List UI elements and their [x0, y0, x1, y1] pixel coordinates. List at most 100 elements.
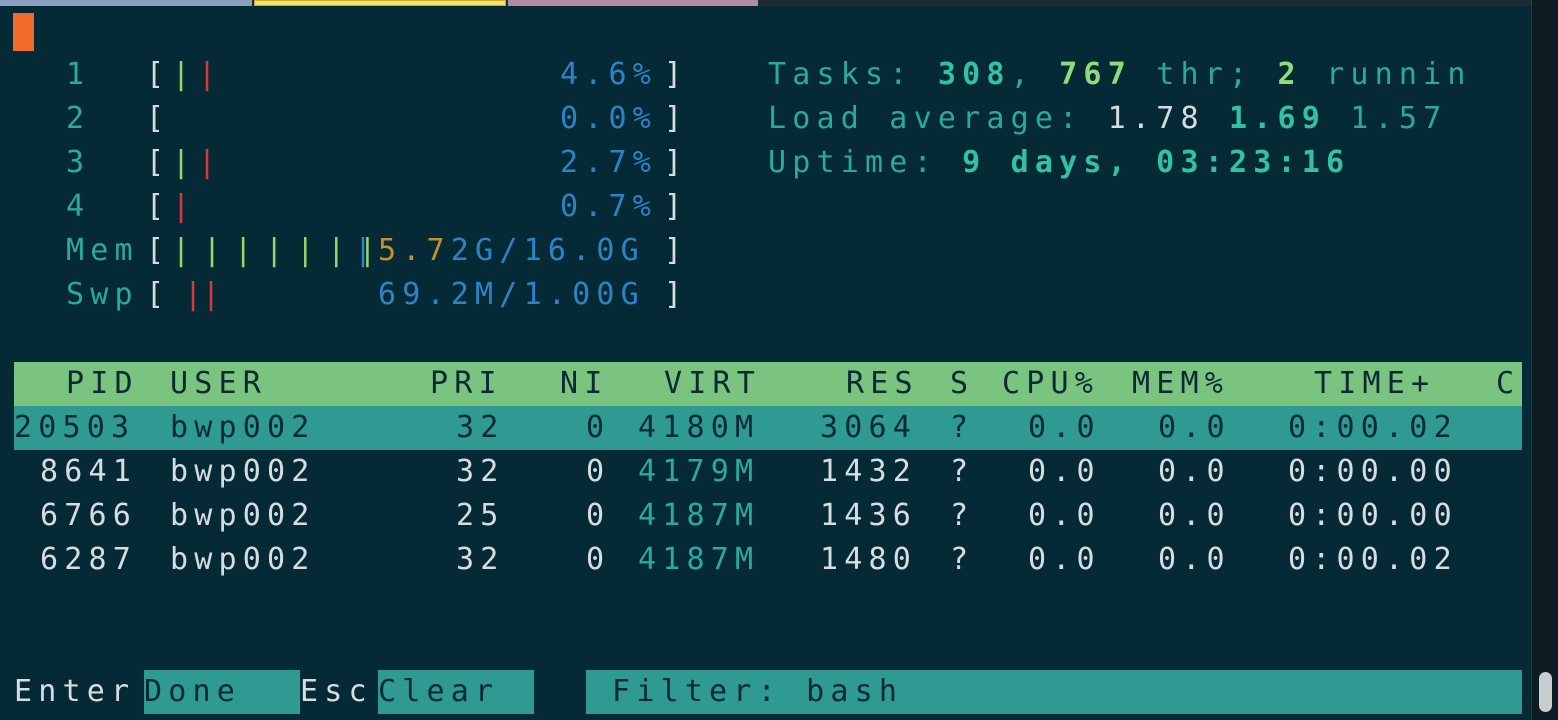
column-header-virt[interactable]: VIRT — [664, 362, 761, 406]
cpu-bar-segment: | — [198, 57, 223, 92]
cell-pid: 6287 — [40, 542, 138, 577]
cpu-id: 4 — [66, 189, 91, 224]
cell-pid: 20503 — [14, 410, 136, 445]
cell-state: ? — [950, 498, 975, 533]
cell-state: ? — [950, 410, 975, 445]
cell-pri: 32 — [456, 542, 505, 577]
meter-bracket-close: ] — [664, 189, 689, 224]
cpu-bar-segment: | — [172, 189, 197, 224]
scrollbar[interactable] — [1531, 0, 1558, 720]
column-header-time[interactable]: TIME+ — [1314, 362, 1435, 406]
cpu-percent: 2.7% — [560, 145, 658, 180]
cell-cpu: 0.0 — [1028, 542, 1101, 577]
cell-user: bwp002 — [170, 542, 316, 577]
cell-res: 1432 — [820, 454, 918, 489]
cell-user: bwp002 — [170, 410, 316, 445]
cell-time: 0:00.00 — [1288, 498, 1458, 533]
done-button[interactable]: Done — [144, 670, 241, 714]
mem-label: Mem — [66, 233, 139, 268]
cpu-id: 3 — [66, 145, 91, 180]
cell-state: ? — [950, 454, 975, 489]
cell-pid: 6766 — [40, 498, 138, 533]
cell-user: bwp002 — [170, 498, 316, 533]
column-header-ni[interactable]: NI — [560, 362, 609, 406]
enter-key[interactable]: Enter — [14, 670, 135, 714]
cell-ni: 0 — [586, 498, 611, 533]
cpu-meter-2: 2 — [66, 97, 90, 141]
column-header-s[interactable]: S — [950, 362, 974, 406]
column-header-command[interactable]: C — [1496, 362, 1520, 406]
cpu-percent: 0.0% — [560, 101, 658, 136]
cell-time: 0:00.02 — [1288, 410, 1458, 445]
cell-res: 1480 — [820, 542, 918, 577]
cpu-meter-4: 4 — [66, 185, 90, 229]
meter-bracket-open: [ — [146, 145, 171, 180]
terminal-tab-strip — [0, 0, 1558, 6]
swp-value: 69.2M/1.00G — [378, 277, 645, 312]
scrollbar-thumb[interactable] — [1539, 672, 1552, 712]
column-header-user[interactable]: USER — [170, 362, 267, 406]
meter-bracket-open: [ — [146, 57, 171, 92]
cell-time: 0:00.00 — [1288, 454, 1458, 489]
cell-virt: 4187M — [638, 542, 760, 577]
cell-virt: 4187M — [638, 498, 760, 533]
terminal-tab-1[interactable] — [0, 0, 252, 6]
meter-bracket-open: [ — [146, 189, 171, 224]
cell-pri: 32 — [456, 454, 505, 489]
meter-bracket-close: ] — [664, 57, 689, 92]
cell-ni: 0 — [586, 454, 611, 489]
cell-time: 0:00.02 — [1288, 542, 1458, 577]
cell-mem: 0.0 — [1158, 454, 1231, 489]
cell-pri: 25 — [456, 498, 505, 533]
terminal-cursor — [13, 13, 34, 51]
cpu-meter-3: 3 — [66, 141, 90, 185]
cell-cpu: 0.0 — [1028, 454, 1101, 489]
column-header-res[interactable]: RES — [846, 362, 919, 406]
cell-cpu: 0.0 — [1028, 498, 1101, 533]
cpu-bar-segment: | — [198, 145, 223, 180]
meter-bracket-close: ] — [664, 233, 689, 268]
meter-bracket-open: [ — [146, 101, 171, 136]
cell-pri: 32 — [456, 410, 505, 445]
mem-bar-buffers: | — [354, 233, 379, 268]
meter-bracket-close: ] — [664, 145, 689, 180]
filter-input[interactable]: Filter: bash — [612, 670, 903, 714]
cpu-percent: 4.6% — [560, 57, 658, 92]
cell-mem: 0.0 — [1158, 542, 1231, 577]
column-header-pid[interactable]: PID — [66, 362, 139, 406]
cpu-bar-segment: | — [172, 57, 197, 92]
cell-cpu: 0.0 — [1028, 410, 1101, 445]
esc-key[interactable]: Esc — [300, 670, 373, 714]
cell-res: 1436 — [820, 498, 918, 533]
mem-value: 5.72G/16.0G — [378, 233, 645, 268]
cpu-id: 1 — [66, 57, 91, 92]
cell-ni: 0 — [586, 410, 611, 445]
terminal-tab-3[interactable] — [508, 0, 758, 6]
filter-value: bash — [806, 674, 904, 709]
cpu-meter-1: 1 — [66, 53, 90, 97]
swp-label: Swp — [66, 277, 139, 312]
load-average-line: Load average: 1.78 1.69 1.57 — [768, 101, 1448, 136]
column-header-mem[interactable]: MEM% — [1132, 362, 1229, 406]
cell-virt: 4180M — [638, 410, 760, 445]
cell-virt: 4179M — [638, 454, 760, 489]
cell-mem: 0.0 — [1158, 410, 1231, 445]
cpu-id: 2 — [66, 101, 91, 136]
cell-pid: 8641 — [40, 454, 138, 489]
cell-ni: 0 — [586, 542, 611, 577]
cell-state: ? — [950, 542, 975, 577]
cell-mem: 0.0 — [1158, 498, 1231, 533]
meter-bracket-open: [ — [146, 277, 171, 312]
clear-button[interactable]: Clear — [378, 670, 499, 714]
filter-label: Filter: — [612, 674, 807, 709]
terminal-tab-2-active[interactable] — [254, 0, 506, 6]
column-header-cpu[interactable]: CPU% — [1002, 362, 1099, 406]
uptime-line: Uptime: 9 days, 03:23:16 — [768, 145, 1351, 180]
cell-user: bwp002 — [170, 454, 316, 489]
column-header-pri[interactable]: PRI — [430, 362, 503, 406]
meter-bracket-open: [ — [146, 233, 171, 268]
meter-bracket-close: ] — [664, 277, 689, 312]
swp-bar: || — [184, 277, 221, 312]
cpu-bar-segment: | — [172, 145, 197, 180]
cpu-percent: 0.7% — [560, 189, 658, 224]
